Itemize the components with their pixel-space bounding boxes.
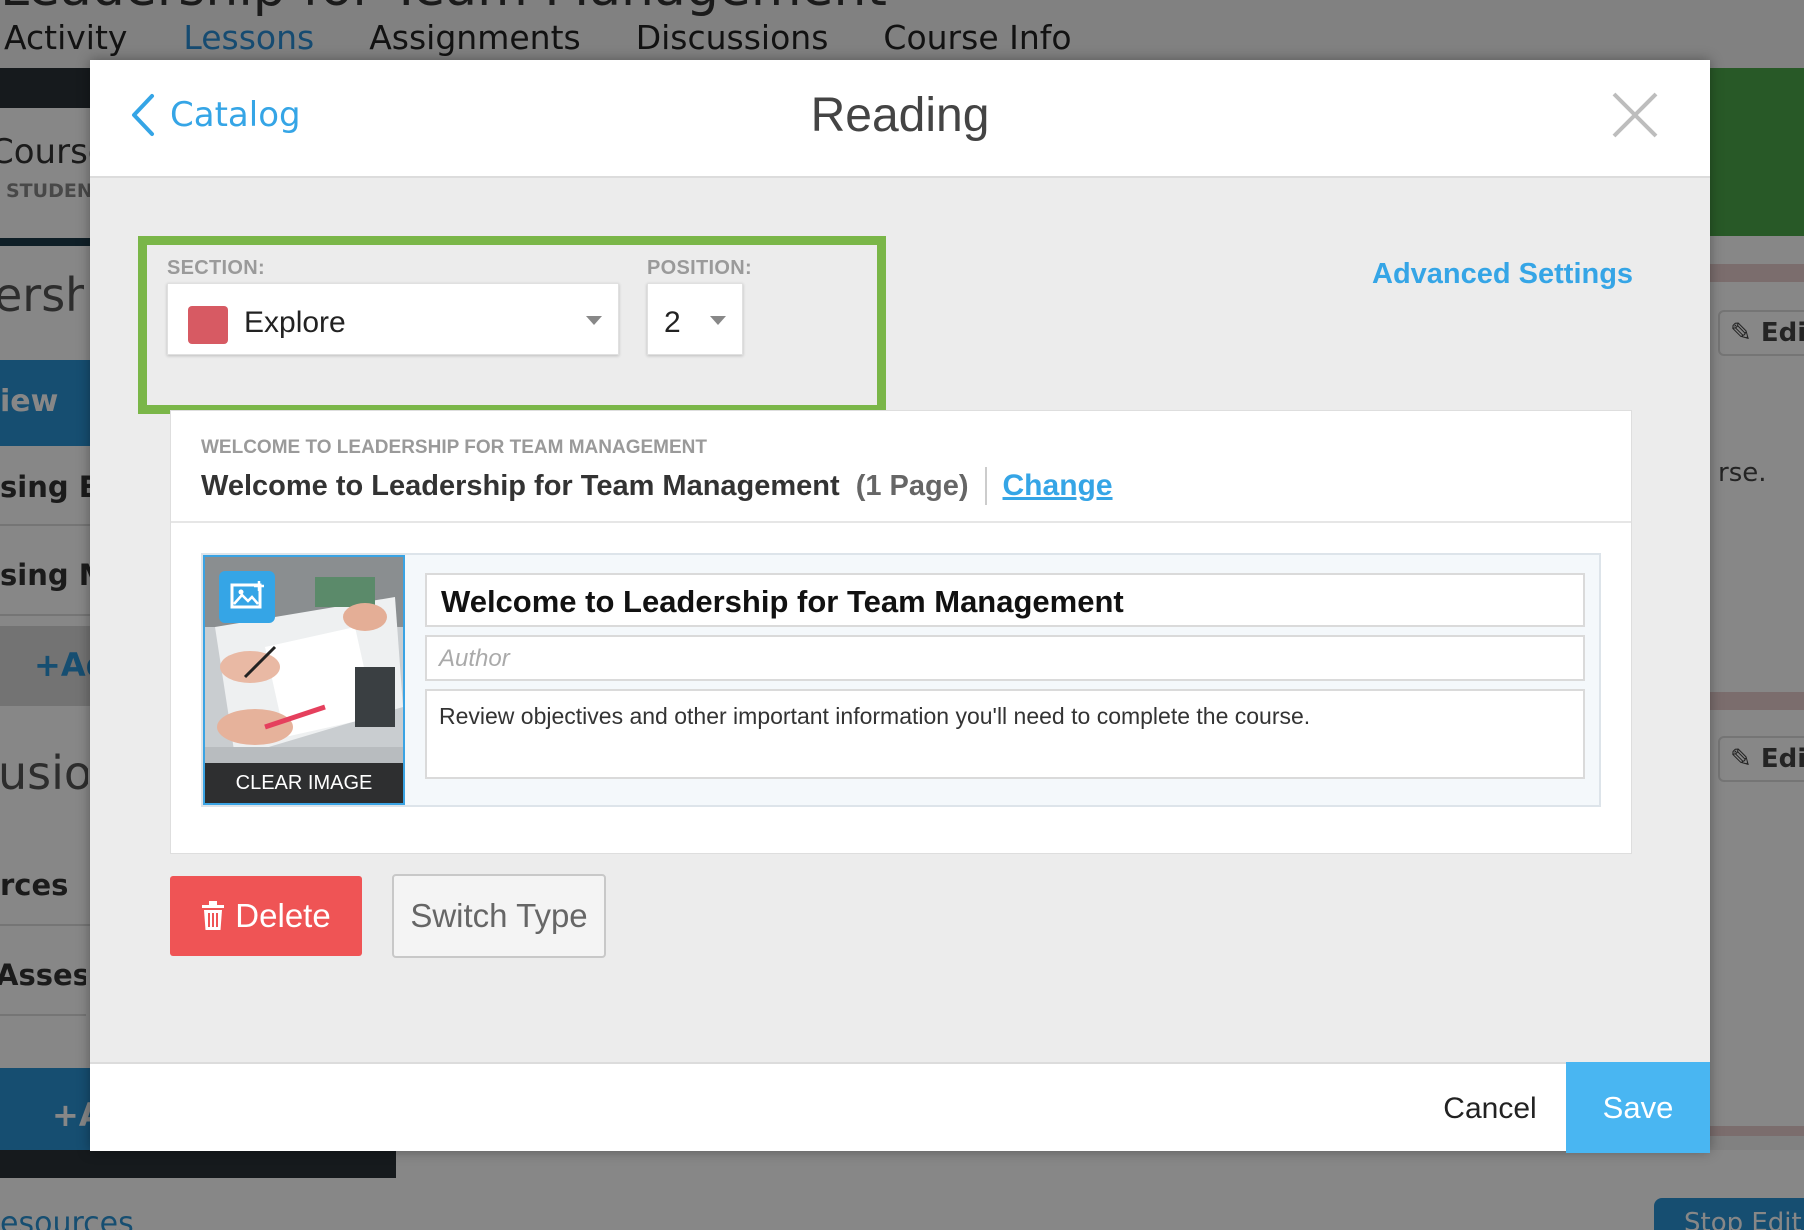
position-select[interactable]: 2 bbox=[647, 283, 743, 355]
chevron-down-icon bbox=[586, 316, 602, 325]
modal-footer: Cancel Save bbox=[90, 1062, 1710, 1153]
author-input[interactable]: Author bbox=[425, 635, 1585, 681]
modal-title: Reading bbox=[810, 89, 990, 142]
delete-label: Delete bbox=[235, 897, 331, 934]
card-header: WELCOME TO LEADERSHIP FOR TEAM MANAGEMEN… bbox=[171, 411, 1631, 523]
trash-icon bbox=[202, 901, 225, 930]
modal-header: Catalog Reading bbox=[90, 60, 1710, 178]
chevron-down-icon bbox=[710, 316, 726, 325]
card-eyebrow: WELCOME TO LEADERSHIP FOR TEAM MANAGEMEN… bbox=[201, 437, 707, 458]
save-button[interactable]: Save bbox=[1566, 1062, 1710, 1153]
delete-button[interactable]: Delete bbox=[170, 876, 362, 956]
section-select-value: Explore bbox=[244, 306, 346, 339]
close-button[interactable] bbox=[1610, 90, 1660, 140]
position-select-value: 2 bbox=[664, 306, 681, 339]
change-link[interactable]: Change bbox=[1003, 469, 1113, 503]
divider bbox=[984, 467, 987, 505]
card-page-count: (1 Page) bbox=[855, 469, 969, 502]
cancel-button[interactable]: Cancel bbox=[1420, 1064, 1560, 1153]
position-label: POSITION: bbox=[647, 257, 752, 279]
item-thumbnail[interactable]: CLEAR IMAGE bbox=[203, 555, 405, 805]
section-position-highlight: SECTION: Explore POSITION: 2 bbox=[138, 236, 886, 414]
item-title-input[interactable]: Welcome to Leadership for Team Managemen… bbox=[425, 573, 1585, 627]
reading-content-card: WELCOME TO LEADERSHIP FOR TEAM MANAGEMEN… bbox=[170, 410, 1632, 854]
switch-type-button[interactable]: Switch Type bbox=[392, 874, 606, 958]
close-icon bbox=[1612, 92, 1658, 138]
modal-body: SECTION: Explore POSITION: 2 Advanced Se… bbox=[90, 178, 1710, 1062]
card-title: Welcome to Leadership for Team Managemen… bbox=[201, 469, 840, 502]
section-color-swatch bbox=[188, 306, 228, 344]
advanced-settings-link[interactable]: Advanced Settings bbox=[1372, 258, 1633, 291]
reading-item: CLEAR IMAGE Welcome to Leadership for Te… bbox=[201, 553, 1601, 807]
card-title-row: Welcome to Leadership for Team Managemen… bbox=[201, 467, 1113, 505]
clear-image-button[interactable]: CLEAR IMAGE bbox=[205, 763, 403, 803]
image-icon bbox=[230, 581, 264, 609]
description-textarea[interactable]: Review objectives and other important in… bbox=[425, 689, 1585, 779]
section-select[interactable]: Explore bbox=[167, 283, 619, 355]
section-label: SECTION: bbox=[167, 257, 265, 279]
change-image-button[interactable] bbox=[219, 571, 275, 623]
reading-modal: Catalog Reading SECTION: Explore POSITIO… bbox=[90, 60, 1710, 1153]
